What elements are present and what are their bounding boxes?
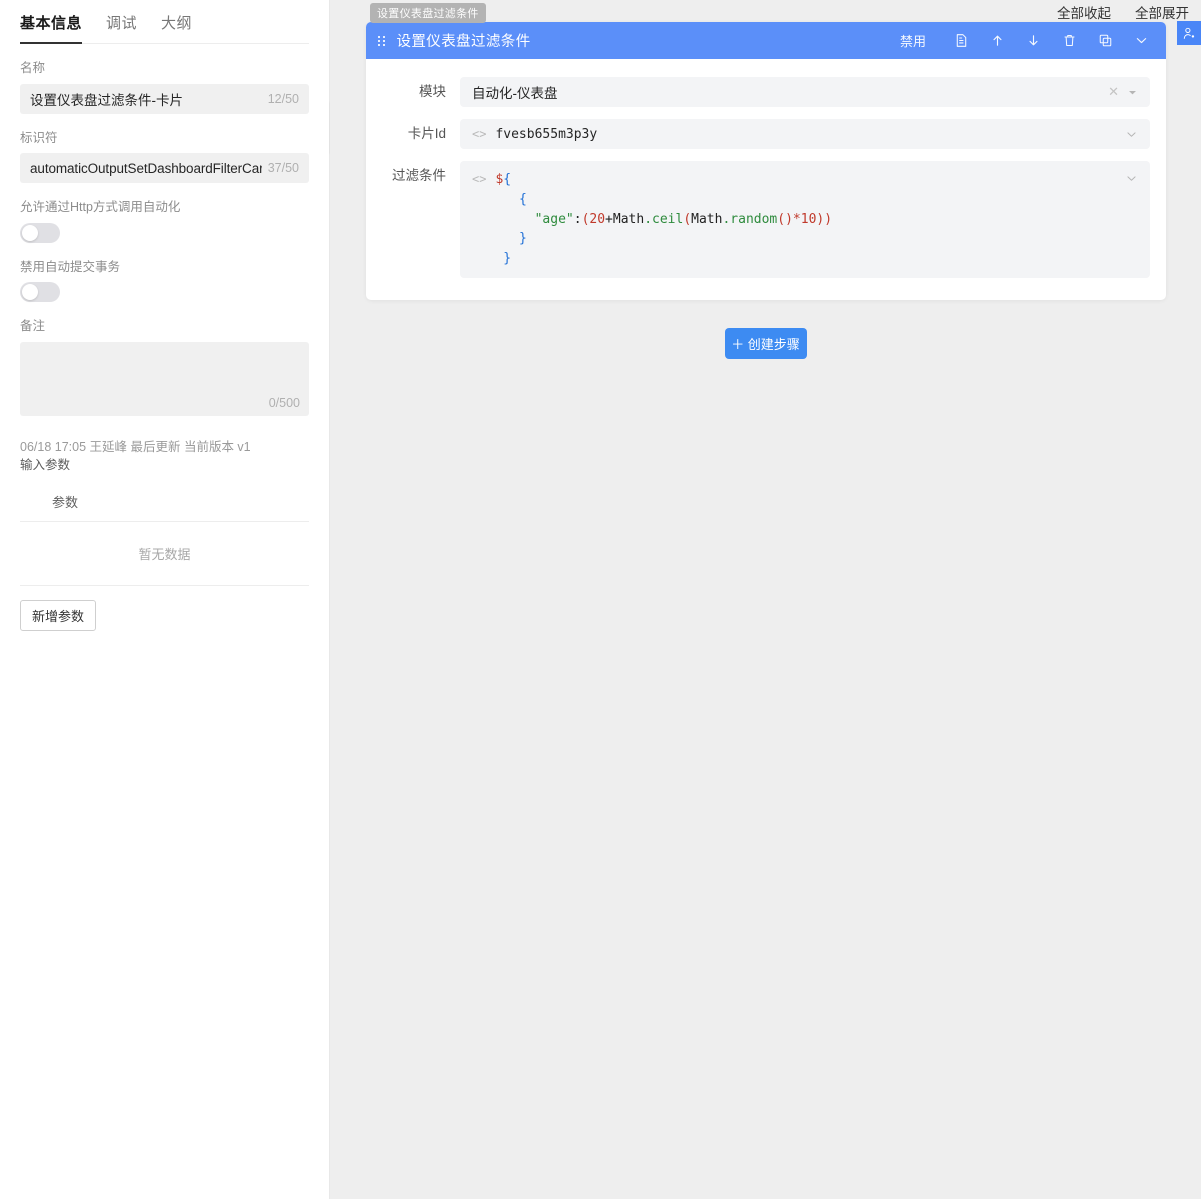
note-icon[interactable]: [948, 28, 974, 54]
add-user-icon: [1183, 27, 1194, 39]
tab-basic-info[interactable]: 基本信息: [20, 8, 83, 44]
card-id-input[interactable]: <> fvesb655m3p3y: [460, 119, 1150, 149]
arrow-up-icon[interactable]: [984, 28, 1010, 54]
remark-label: 备注: [20, 319, 46, 333]
identifier-input[interactable]: automaticOutputSetDashboardFilterCard 37…: [20, 153, 309, 183]
remark-counter: 0/500: [268, 395, 300, 410]
last-updated-meta: 06/18 17:05 王延峰 最后更新 当前版本 v1: [20, 439, 251, 454]
identifier-counter: 37/50: [267, 161, 299, 175]
step-card: 设置仪表盘过滤条件 禁用 模块 自动化-仪表盘 ✕ 卡片Id <> fvesb6…: [366, 22, 1166, 300]
sidebar-tabs: 基本信息 调试 大纲: [20, 0, 309, 44]
param-table: 参数 暂无数据: [20, 486, 309, 587]
http-toggle-knob: [22, 224, 38, 241]
filter-code-content: ${ { "age":(20+Math.ceil(Math.random()*1…: [495, 172, 833, 266]
canvas-area: 全部收起 全部展开 设置仪表盘过滤条件 设置仪表盘过滤条件 禁用 模块 自动化-…: [330, 0, 1201, 1199]
chevron-down-icon[interactable]: [1128, 28, 1154, 54]
name-counter: 12/50: [267, 91, 299, 106]
module-label: 模块: [419, 84, 446, 99]
close-icon[interactable]: ✕: [1100, 84, 1127, 100]
transaction-toggle-knob: [22, 284, 38, 300]
name-label: 名称: [20, 61, 46, 75]
field-row-module: 模块 自动化-仪表盘 ✕: [382, 77, 1150, 107]
disable-button[interactable]: 禁用: [894, 28, 932, 54]
tab-debug[interactable]: 调试: [106, 8, 137, 43]
param-table-empty: 暂无数据: [20, 522, 309, 587]
left-sidebar: 基本信息 调试 大纲 名称 设置仪表盘过滤条件-卡片 12/50 标识符 aut…: [0, 0, 339, 1199]
step-card-header: 设置仪表盘过滤条件 禁用: [366, 22, 1166, 59]
tab-outline[interactable]: 大纲: [161, 8, 192, 43]
http-toggle[interactable]: [20, 222, 60, 243]
filter-code-editor[interactable]: <> ${ { "age":(20+Math.ceil(Math.random(…: [460, 161, 1150, 278]
card-id-value: fvesb655m3p3y: [495, 126, 598, 142]
drag-dots-icon[interactable]: [376, 34, 387, 48]
input-params-title: 输入参数: [20, 457, 71, 472]
trash-icon[interactable]: [1056, 28, 1082, 54]
transaction-toggle[interactable]: [20, 282, 60, 302]
card-id-label: 卡片Id: [407, 126, 446, 141]
field-row-card-id: 卡片Id <> fvesb655m3p3y: [382, 119, 1150, 149]
node-tooltip: 设置仪表盘过滤条件: [370, 3, 486, 23]
app-root: 基本信息 调试 大纲 名称 设置仪表盘过滤条件-卡片 12/50 标识符 aut…: [0, 0, 1201, 1199]
collapse-all-button[interactable]: 全部收起: [1057, 2, 1111, 22]
arrow-down-icon[interactable]: [1020, 28, 1046, 54]
caret-down-icon[interactable]: [1127, 87, 1138, 98]
canvas-top-actions: 全部收起 全部展开: [1057, 2, 1189, 22]
angle-brackets-icon: <>: [472, 172, 487, 186]
chevron-down-icon[interactable]: [1125, 172, 1138, 185]
http-toggle-label: 允许通过Http方式调用自动化: [20, 200, 181, 214]
step-card-title: 设置仪表盘过滤条件: [396, 34, 531, 50]
add-user-button[interactable]: [1177, 21, 1201, 45]
chevron-down-icon[interactable]: [1125, 128, 1138, 141]
field-row-filter: 过滤条件 <> ${ { "age":(20+Math.ceil(Math.ra…: [382, 161, 1150, 278]
remark-textarea[interactable]: 0/500: [20, 341, 309, 416]
filter-label: 过滤条件: [392, 168, 446, 183]
name-input-value: 设置仪表盘过滤条件-卡片: [30, 92, 183, 108]
module-select-value: 自动化-仪表盘: [472, 86, 558, 101]
module-select[interactable]: 自动化-仪表盘 ✕: [460, 77, 1150, 107]
expand-all-button[interactable]: 全部展开: [1135, 2, 1189, 22]
step-card-body: 模块 自动化-仪表盘 ✕ 卡片Id <> fvesb655m3p3y 过滤条件 …: [366, 59, 1166, 300]
param-table-header: 参数: [20, 486, 309, 523]
identifier-label: 标识符: [20, 130, 58, 145]
name-input[interactable]: 设置仪表盘过滤条件-卡片 12/50: [20, 83, 309, 114]
transaction-toggle-label: 禁用自动提交事务: [20, 259, 121, 274]
add-param-button[interactable]: 新增参数: [20, 600, 97, 632]
angle-brackets-icon: <>: [472, 127, 487, 141]
create-step-button[interactable]: ＋ 创建步骤: [724, 328, 807, 359]
identifier-input-value: automaticOutputSetDashboardFilterCard: [30, 160, 262, 176]
copy-icon[interactable]: [1092, 28, 1118, 54]
